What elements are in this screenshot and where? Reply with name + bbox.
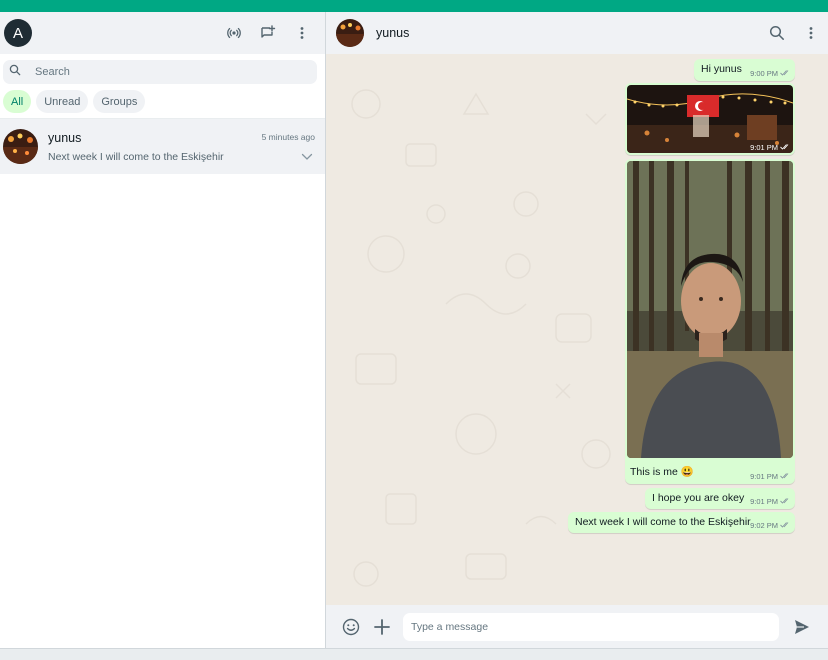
search-icon[interactable] [760,16,794,50]
smiley-emoji: 😃 [680,466,694,478]
portrait-photo [627,161,793,458]
chevron-down-icon[interactable] [301,148,313,166]
message-composer [326,605,828,648]
message-bubble[interactable]: Next week I will come to the Eskişehir 9… [568,512,795,533]
message-bubble[interactable]: Hi yunus 9:00 PM [694,59,795,81]
message-input-box [403,612,779,641]
message-time: 9:01 PM [750,472,778,481]
search-icon [9,63,21,81]
message-input[interactable] [411,620,779,633]
menu-icon[interactable] [285,16,319,50]
message-time: 9:01 PM [750,497,778,506]
new-chat-icon[interactable] [251,16,285,50]
sidebar-header: A [0,12,325,54]
double-check-icon [780,497,790,506]
double-check-icon [780,521,790,530]
double-check-icon [780,69,790,78]
contact-avatar [3,129,38,164]
user-avatar[interactable]: A [4,19,32,47]
app-window: A All Unread Groups [0,12,828,648]
conversation-panel: yunus Hi yunus 9:00 PM 9:01 PM This is m… [326,12,828,648]
bottom-strip [0,648,828,660]
top-accent-bar [0,0,828,12]
filter-unread[interactable]: Unread [36,90,89,113]
attach-plus-icon[interactable] [369,614,395,640]
double-check-icon [780,472,790,481]
status-icon[interactable] [217,16,251,50]
chat-list: yunus Next week I will come to the Eskiş… [0,118,325,174]
conversation-header[interactable]: yunus [326,12,828,54]
message-text: I hope you are okey [652,492,745,504]
chat-list-item[interactable]: yunus Next week I will come to the Eskiş… [0,119,325,174]
contact-avatar[interactable] [336,19,364,47]
chat-time: 5 minutes ago [261,132,315,142]
emoji-icon[interactable] [338,614,364,640]
filter-all[interactable]: All [3,90,32,113]
message-area: Hi yunus 9:00 PM 9:01 PM This is me 😃 9:… [326,54,828,605]
chat-filters: All Unread Groups [0,84,325,118]
send-icon[interactable] [789,614,815,640]
message-bubble[interactable]: I hope you are okey 9:01 PM [645,488,795,509]
image-message[interactable]: This is me 😃 9:01 PM [625,159,795,484]
search-bar [3,60,317,84]
filter-groups[interactable]: Groups [93,90,146,113]
message-time: 9:02 PM [750,521,778,530]
image-message[interactable]: 9:01 PM [625,83,795,155]
image-caption: This is me 😃 [630,466,694,478]
chat-last-message: Next week I will come to the Eskişehir [48,150,224,163]
message-text: Next week I will come to the Eskişehir [575,516,751,528]
message-time: 9:00 PM [750,69,778,78]
search-input[interactable] [35,66,275,78]
double-check-icon [780,143,790,152]
message-text: Hi yunus [701,63,742,75]
sidebar: A All Unread Groups [0,12,326,648]
message-time: 9:01 PM [750,143,778,152]
menu-icon[interactable] [794,16,828,50]
contact-name: yunus [376,26,410,40]
